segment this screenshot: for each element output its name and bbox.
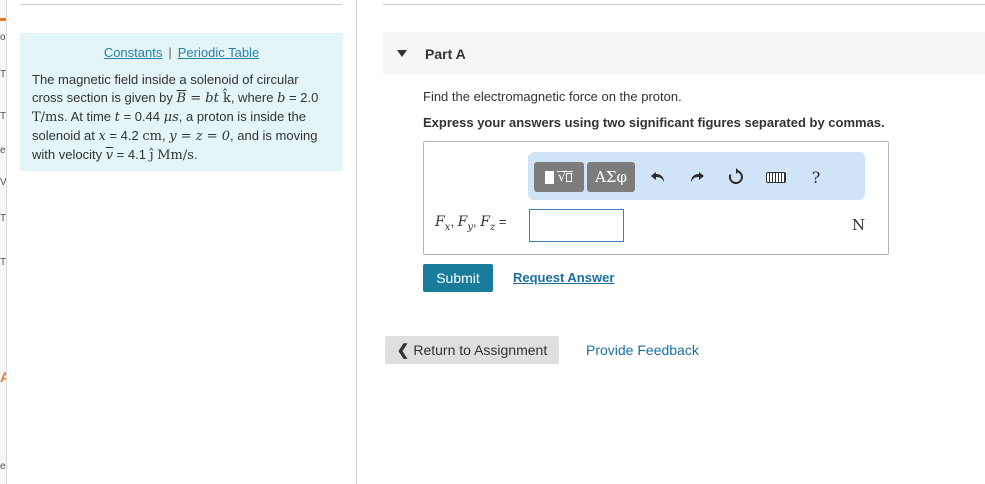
left-clipped-strip: o T T e V T T A e — [0, 0, 7, 484]
math-toolbar: √ ΑΣφ ? — [528, 152, 865, 200]
unit-label: N — [852, 216, 866, 234]
part-title: Part A — [425, 46, 466, 62]
answer-label: Fx, Fy, Fz = — [435, 214, 507, 233]
v-vector-symbol: v — [105, 148, 114, 163]
undo-icon[interactable] — [645, 164, 671, 190]
instruction-text: Express your answers using two significa… — [423, 115, 885, 130]
submit-button[interactable]: Submit — [423, 264, 493, 292]
t-unit: μs — [163, 110, 179, 125]
periodic-table-link[interactable]: Periodic Table — [178, 45, 259, 60]
j-hat-symbol: ĵ — [149, 148, 154, 163]
part-a-header[interactable]: Part A — [383, 32, 985, 75]
top-border — [383, 4, 985, 5]
chevron-left-icon: ❮ — [396, 342, 410, 359]
problem-statement: The magnetic field inside a solenoid of … — [32, 71, 332, 165]
statement-text: , where — [230, 90, 274, 105]
template-square — [544, 170, 554, 184]
reset-icon[interactable] — [723, 164, 749, 190]
return-to-assignment-button[interactable]: ❮ Return to Assignment — [385, 336, 559, 364]
keyboard-glyph — [766, 171, 786, 183]
v-unit: Mm/s — [157, 148, 194, 163]
greek-symbols-button[interactable]: ΑΣφ — [587, 162, 635, 192]
caret-down-icon[interactable] — [397, 50, 407, 57]
b-vector-symbol: B — [176, 91, 187, 106]
accent-bar — [0, 18, 6, 21]
fx-label: F — [435, 214, 445, 230]
statement-text: . — [193, 147, 198, 162]
question-text: Find the electromagnetic force on the pr… — [423, 89, 682, 104]
b-value: = 2.0 — [285, 90, 319, 105]
radical-icon: √ — [556, 170, 574, 184]
strip-mark: o — [0, 32, 6, 43]
answer-input[interactable] — [529, 209, 624, 242]
t-value: = 0.44 — [119, 109, 161, 124]
help-button[interactable]: ? — [803, 164, 829, 190]
templates-button[interactable]: √ — [534, 162, 584, 192]
strip-mark: T — [0, 111, 7, 122]
strip-mark: e — [0, 461, 6, 472]
fy-label: F — [457, 214, 468, 230]
problem-panel: Constants | Periodic Table The magnetic fi… — [20, 33, 343, 171]
return-label: Return to Assignment — [413, 342, 548, 358]
strip-mark: T — [0, 69, 7, 80]
statement-text: , — [161, 128, 166, 143]
b-field-equation: = bt — [186, 91, 223, 106]
redo-icon[interactable] — [684, 164, 710, 190]
constants-link[interactable]: Constants — [104, 45, 163, 60]
strip-mark: A — [0, 370, 6, 384]
column-divider — [356, 0, 357, 484]
keyboard-icon[interactable] — [759, 164, 793, 190]
x-symbol: x — [98, 129, 106, 144]
v-value: = 4.1 — [113, 147, 146, 162]
b-unit: T/ms — [32, 110, 65, 125]
x-unit: cm — [142, 129, 162, 144]
x-value: = 4.2 — [105, 128, 139, 143]
equals-sign: = — [495, 214, 507, 229]
top-border — [20, 4, 342, 5]
provide-feedback-link[interactable]: Provide Feedback — [586, 342, 699, 358]
strip-mark: T — [0, 213, 7, 224]
answer-box: √ ΑΣφ ? Fx, Fy, Fz = N — [423, 141, 889, 255]
templates-icon: √ — [544, 170, 574, 184]
strip-mark: T — [0, 257, 7, 268]
strip-mark: e — [0, 145, 6, 156]
request-answer-link[interactable]: Request Answer — [513, 270, 614, 285]
k-hat-symbol: k̂ — [222, 91, 231, 106]
resource-links: Constants | Periodic Table — [20, 45, 343, 60]
yz-position: y = z = 0 — [169, 129, 231, 144]
strip-mark: V — [0, 177, 7, 188]
statement-text: . At time — [64, 109, 112, 124]
fz-label: F — [480, 214, 490, 230]
link-separator: | — [168, 45, 172, 60]
page: o T T e V T T A e Constants | Periodic Tab… — [0, 0, 985, 484]
